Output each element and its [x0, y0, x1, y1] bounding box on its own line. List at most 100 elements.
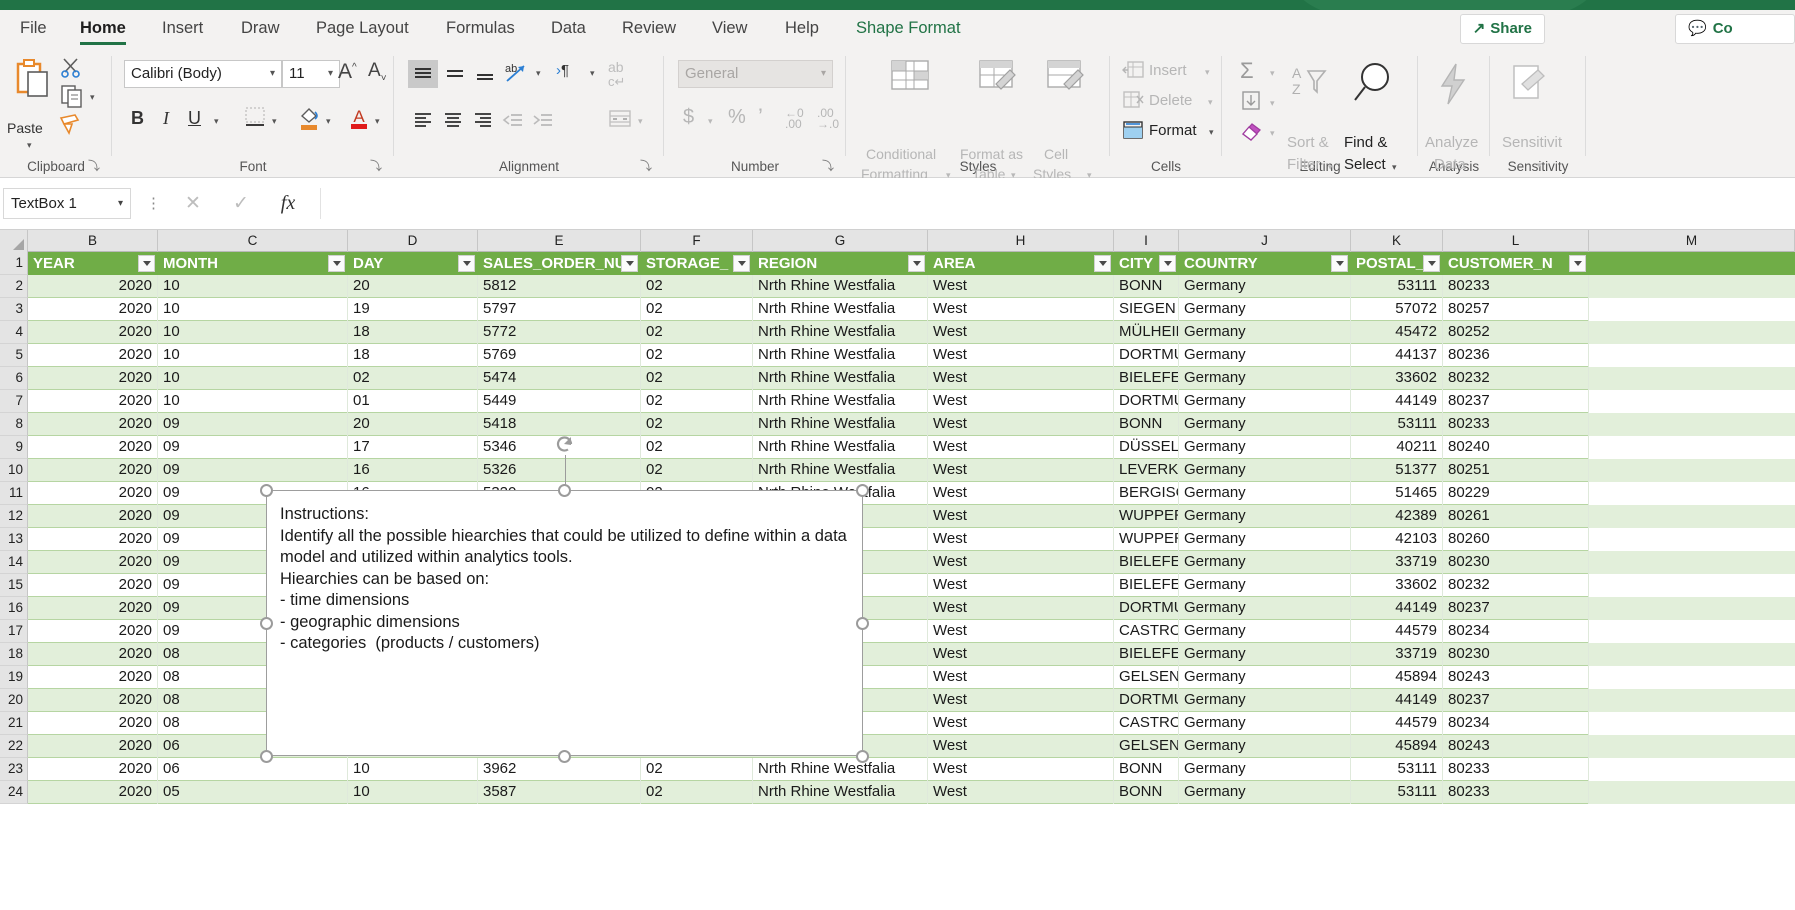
table-column-header[interactable]: COUNTRY	[1179, 252, 1351, 275]
cell-J16[interactable]: Germany	[1179, 597, 1351, 620]
cell-C7[interactable]: 10	[158, 390, 348, 413]
confirm-entry-button[interactable]: ✓	[225, 188, 257, 219]
cell-H24[interactable]: West	[928, 781, 1114, 804]
cell-G8[interactable]: Nrth Rhine Westfalia	[753, 413, 928, 436]
cell-K7[interactable]: 44149	[1351, 390, 1443, 413]
tab-home[interactable]: Home	[70, 10, 136, 48]
cell-J8[interactable]: Germany	[1179, 413, 1351, 436]
cell-I15[interactable]: BIELEFELD	[1114, 574, 1179, 597]
cell-E7[interactable]: 5449	[478, 390, 641, 413]
column-header-K[interactable]: K	[1351, 230, 1443, 252]
cell-H19[interactable]: West	[928, 666, 1114, 689]
cell-K22[interactable]: 45894	[1351, 735, 1443, 758]
cell-K19[interactable]: 45894	[1351, 666, 1443, 689]
dialog-launcher-icon[interactable]: ⤵	[88, 159, 102, 173]
copy-chevron-down-icon[interactable]: ▾	[90, 92, 95, 103]
cell-L4[interactable]: 80252	[1443, 321, 1589, 344]
tab-shape-format[interactable]: Shape Format	[846, 10, 971, 48]
decrease-decimal-button[interactable]: .00→.0	[817, 108, 839, 130]
increase-indent-button[interactable]	[528, 106, 558, 134]
cell-H9[interactable]: West	[928, 436, 1114, 459]
currency-button[interactable]: $	[683, 106, 694, 129]
cell-D3[interactable]: 19	[348, 298, 478, 321]
tab-insert[interactable]: Insert	[152, 10, 213, 48]
cell-C2[interactable]: 10	[158, 275, 348, 298]
cell-H2[interactable]: West	[928, 275, 1114, 298]
row-header-1[interactable]: 1	[0, 252, 28, 275]
cell-K14[interactable]: 33719	[1351, 551, 1443, 574]
cancel-entry-button[interactable]: ✕	[177, 188, 209, 219]
cell-B16[interactable]: 2020	[28, 597, 158, 620]
cell-E5[interactable]: 5769	[478, 344, 641, 367]
cell-I19[interactable]: GELSENKI	[1114, 666, 1179, 689]
cell-G23[interactable]: Nrth Rhine Westfalia	[753, 758, 928, 781]
cell-H21[interactable]: West	[928, 712, 1114, 735]
sensitivity-icon[interactable]	[1508, 62, 1552, 111]
insert-cells-icon[interactable]	[1122, 60, 1144, 85]
decrease-indent-button[interactable]	[498, 106, 528, 134]
cell-L17[interactable]: 80234	[1443, 620, 1589, 643]
currency-chevron-down-icon[interactable]: ▾	[708, 116, 713, 127]
spreadsheet-grid[interactable]: 123456789101112131415161718192021222324 …	[0, 230, 1795, 910]
cell-H11[interactable]: West	[928, 482, 1114, 505]
cell-F23[interactable]: 02	[641, 758, 753, 781]
cell-I18[interactable]: BIELEFELD	[1114, 643, 1179, 666]
cell-G4[interactable]: Nrth Rhine Westfalia	[753, 321, 928, 344]
align-middle-button[interactable]	[440, 60, 470, 88]
cell-L19[interactable]: 80243	[1443, 666, 1589, 689]
name-box[interactable]: TextBox 1 ▾	[3, 188, 131, 219]
format-cells-chevron-down-icon[interactable]: ▾	[1209, 127, 1214, 138]
filter-dropdown-icon[interactable]	[1159, 255, 1176, 272]
cell-J14[interactable]: Germany	[1179, 551, 1351, 574]
cell-D10[interactable]: 16	[348, 459, 478, 482]
paste-icon[interactable]	[10, 56, 54, 118]
cell-L3[interactable]: 80257	[1443, 298, 1589, 321]
cell-K18[interactable]: 33719	[1351, 643, 1443, 666]
cell-J22[interactable]: Germany	[1179, 735, 1351, 758]
autosum-icon[interactable]: Σ	[1240, 58, 1254, 84]
cell-L13[interactable]: 80260	[1443, 528, 1589, 551]
fill-icon[interactable]	[1240, 90, 1262, 117]
cell-K12[interactable]: 42389	[1351, 505, 1443, 528]
cell-J2[interactable]: Germany	[1179, 275, 1351, 298]
font-color-icon[interactable]: A	[348, 104, 370, 137]
cell-I16[interactable]: DORTMUND	[1114, 597, 1179, 620]
cell-L6[interactable]: 80232	[1443, 367, 1589, 390]
name-box-chevron-down-icon[interactable]: ▾	[118, 189, 123, 218]
tab-review[interactable]: Review	[612, 10, 686, 48]
resize-handle-top-center[interactable]	[558, 484, 571, 497]
cell-E24[interactable]: 3587	[478, 781, 641, 804]
tab-draw[interactable]: Draw	[231, 10, 290, 48]
cell-J12[interactable]: Germany	[1179, 505, 1351, 528]
paste-chevron-down-icon[interactable]: ▾	[27, 140, 32, 151]
cell-J3[interactable]: Germany	[1179, 298, 1351, 321]
cell-F4[interactable]: 02	[641, 321, 753, 344]
row-header-10[interactable]: 10	[0, 459, 28, 482]
font-size-chevron-down-icon[interactable]: ▾	[328, 61, 333, 87]
text-direction-icon[interactable]: ›¶	[556, 62, 569, 79]
cell-J23[interactable]: Germany	[1179, 758, 1351, 781]
dialog-launcher-icon[interactable]: ⤵	[822, 159, 836, 173]
cell-L14[interactable]: 80230	[1443, 551, 1589, 574]
filter-dropdown-icon[interactable]	[621, 255, 638, 272]
cell-J11[interactable]: Germany	[1179, 482, 1351, 505]
resize-handle-middle-left[interactable]	[260, 617, 273, 630]
cell-K6[interactable]: 33602	[1351, 367, 1443, 390]
cell-L15[interactable]: 80232	[1443, 574, 1589, 597]
cell-D8[interactable]: 20	[348, 413, 478, 436]
conditional-formatting-icon[interactable]	[888, 58, 932, 99]
row-header-12[interactable]: 12	[0, 505, 28, 528]
row-header-20[interactable]: 20	[0, 689, 28, 712]
decrease-font-size-icon[interactable]: A˅	[368, 60, 387, 84]
cell-F6[interactable]: 02	[641, 367, 753, 390]
cell-J19[interactable]: Germany	[1179, 666, 1351, 689]
cell-G9[interactable]: Nrth Rhine Westfalia	[753, 436, 928, 459]
cell-I4[interactable]: MÜLHEIM	[1114, 321, 1179, 344]
cell-L20[interactable]: 80237	[1443, 689, 1589, 712]
cell-L11[interactable]: 80229	[1443, 482, 1589, 505]
font-name-chevron-down-icon[interactable]: ▾	[270, 61, 275, 87]
cell-G3[interactable]: Nrth Rhine Westfalia	[753, 298, 928, 321]
cell-G6[interactable]: Nrth Rhine Westfalia	[753, 367, 928, 390]
cell-K13[interactable]: 42103	[1351, 528, 1443, 551]
font-size-input[interactable]: 11 ▾	[282, 60, 340, 88]
